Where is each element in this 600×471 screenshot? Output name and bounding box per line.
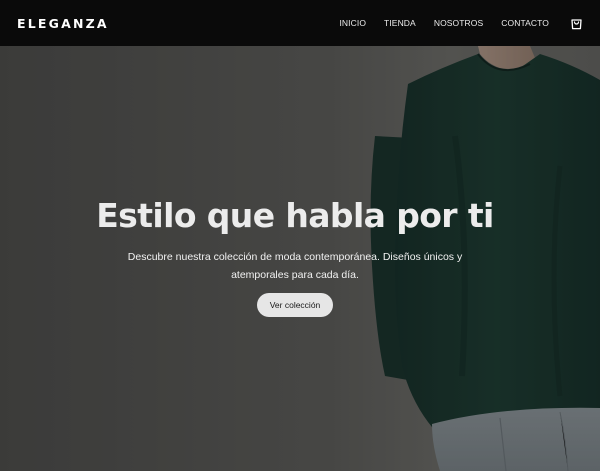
nav-item-nosotros[interactable]: NOSOTROS	[434, 18, 483, 28]
main-nav: INICIO TIENDA NOSOTROS CONTACTO	[321, 16, 583, 30]
nav-item-contacto[interactable]: CONTACTO	[501, 18, 549, 28]
hero-section: Estilo que habla por ti Descubre nuestra…	[0, 46, 600, 471]
view-collection-button[interactable]: Ver colección	[256, 293, 334, 318]
site-header: ELEGANZA INICIO TIENDA NOSOTROS CONTACTO	[0, 0, 600, 46]
nav-item-tienda[interactable]: TIENDA	[384, 18, 416, 28]
brand-logo[interactable]: ELEGANZA	[17, 16, 109, 31]
hero-content: Estilo que habla por ti Descubre nuestra…	[0, 196, 600, 318]
hero-title: Estilo que habla por ti	[96, 196, 494, 235]
hero-subtitle: Descubre nuestra colección de moda conte…	[127, 251, 463, 282]
nav-item-inicio[interactable]: INICIO	[339, 18, 366, 28]
shopping-bag-icon[interactable]	[569, 16, 583, 30]
